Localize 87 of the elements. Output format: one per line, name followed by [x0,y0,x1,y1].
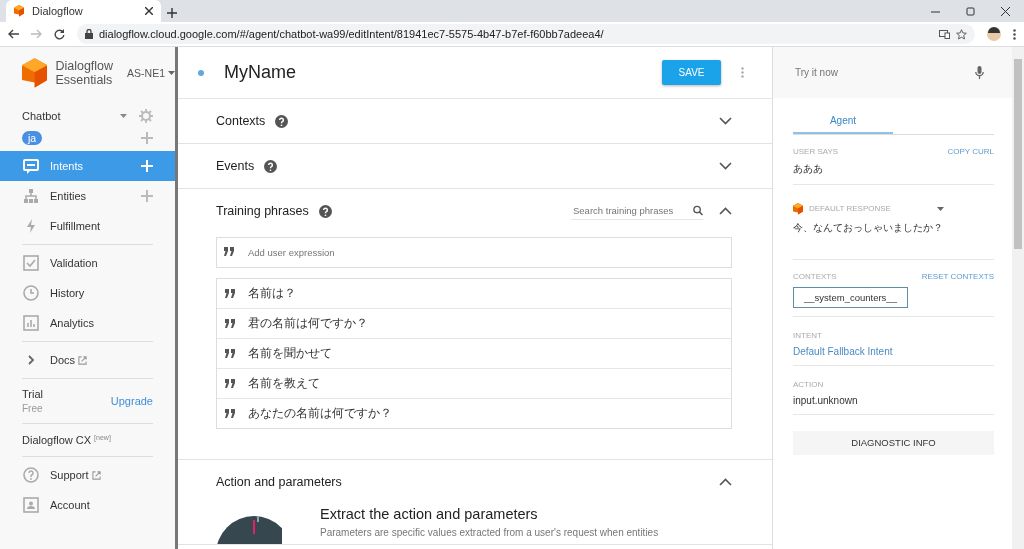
external-link-icon [91,470,101,480]
quote-icon [225,289,236,298]
quote-icon [225,409,236,418]
scrollbar-thumb[interactable] [1014,59,1022,249]
microphone-icon[interactable] [975,66,984,79]
help-icon[interactable] [318,204,332,218]
back-icon[interactable] [8,29,19,39]
sidebar-item[interactable]: Entities [0,181,175,211]
try-it-field[interactable]: Try it now [793,66,917,79]
context-chip[interactable]: __system_counters__ [793,286,908,308]
intent-link[interactable]: Default Fallback Intent [793,345,994,357]
chevron-down-icon[interactable] [719,117,732,125]
training-phrase[interactable]: 名前を聞かせて [248,345,332,362]
menu-icon[interactable] [1013,28,1016,40]
cx-link[interactable]: Dialogflow CX [22,434,92,446]
sidebar-item[interactable]: Account [0,490,175,520]
sidebar-item[interactable]: Fulfillment [0,211,175,241]
close-icon[interactable] [1001,7,1010,16]
response-label: DEFAULT RESPONSE [809,204,891,214]
close-icon[interactable] [145,7,153,15]
sidebar-item[interactable]: Analytics [0,308,175,338]
sidebar-item[interactable]: History [0,278,175,308]
person-card-icon [22,496,40,514]
chevron-up-icon[interactable] [719,478,732,486]
training-phrase[interactable]: あなたの名前は何ですか？ [248,405,392,422]
expression-field[interactable]: Add user expression [216,237,732,268]
sidebar-item[interactable]: Support [0,460,175,490]
reload-icon[interactable] [54,28,65,40]
new-tab-icon[interactable] [167,8,177,18]
brand-name: Dialogflow Essentials [55,59,114,87]
cube-logo-icon [793,203,803,215]
bar-chart-icon [22,314,40,332]
region-selector[interactable]: AS-NE1 [127,67,175,79]
quote-icon [225,379,236,388]
user-says-text: あああ [793,162,824,176]
response-text: 今、なんておっしゃいましたか？ [793,220,944,235]
quote-icon [225,319,236,328]
quote-icon [224,247,235,256]
training-phrase[interactable]: 名前を教えて [248,375,320,392]
help-icon[interactable] [275,114,289,128]
section-title: Action and parameters [216,475,342,489]
section-description: Parameters are specific values extracted from a user's request when entities [320,527,659,538]
agent-tab[interactable]: Agent [793,108,893,134]
illustration-drawing [216,514,282,544]
user-says-label: USER SAYS [793,147,839,156]
browser-tab[interactable]: Dialogflow [6,0,161,22]
training-phrase[interactable]: 君の名前は何ですか？ [248,315,368,332]
cube-logo-icon [22,58,48,88]
sidebar-item[interactable]: Docs [0,345,175,375]
search-field[interactable]: Search training phrases [571,204,685,217]
intent-label: INTENT [793,330,822,340]
avatar-icon[interactable] [987,27,1001,41]
caret-icon [168,71,175,75]
checkbox-icon [22,254,40,272]
section-title: Training phrases [216,204,309,218]
section-title: Events [216,159,255,173]
restore-icon[interactable] [966,7,975,16]
action-text: input.unknown [793,394,859,406]
lock-icon [85,29,93,39]
chat-icon [22,157,40,175]
sidebar-item[interactable]: Validation [0,248,175,278]
contexts-label: CONTEXTS [793,271,837,281]
hierarchy-icon [22,187,40,205]
chevron-up-icon[interactable] [719,207,732,215]
action-label: ACTION [793,379,824,389]
search-icon[interactable] [693,205,703,216]
external-link-icon [78,355,88,365]
section-heading: Extract the action and parameters [320,506,539,522]
training-phrase[interactable]: 名前は？ [248,285,296,302]
help-icon[interactable] [264,159,278,173]
caret-icon[interactable] [936,206,944,211]
cube-logo-icon [14,5,24,17]
chevron-down-icon[interactable] [719,162,732,170]
agent-name[interactable]: Chatbot [22,110,120,122]
diagnostic-info-button[interactable]: DIAGNOSTIC INFO [793,430,994,455]
address-bar[interactable]: dialogflow.cloud.google.com/#/agent/chatbot-wa99/editIntent/81941ec7-5575-4b47-b7ef-f60bb7adeea4/ [77,24,975,44]
plan-level-text: Free [22,403,44,414]
intent-title[interactable]: MyName [224,62,642,83]
cast-icon[interactable] [939,29,950,39]
question-icon [22,466,40,484]
section-title: Contexts [216,114,266,128]
quote-icon [225,349,236,358]
status-dot [198,69,204,76]
plan-name: Trial [22,388,43,400]
clock-icon [22,284,40,302]
star-icon[interactable] [956,28,967,40]
caret-icon[interactable] [120,114,127,118]
